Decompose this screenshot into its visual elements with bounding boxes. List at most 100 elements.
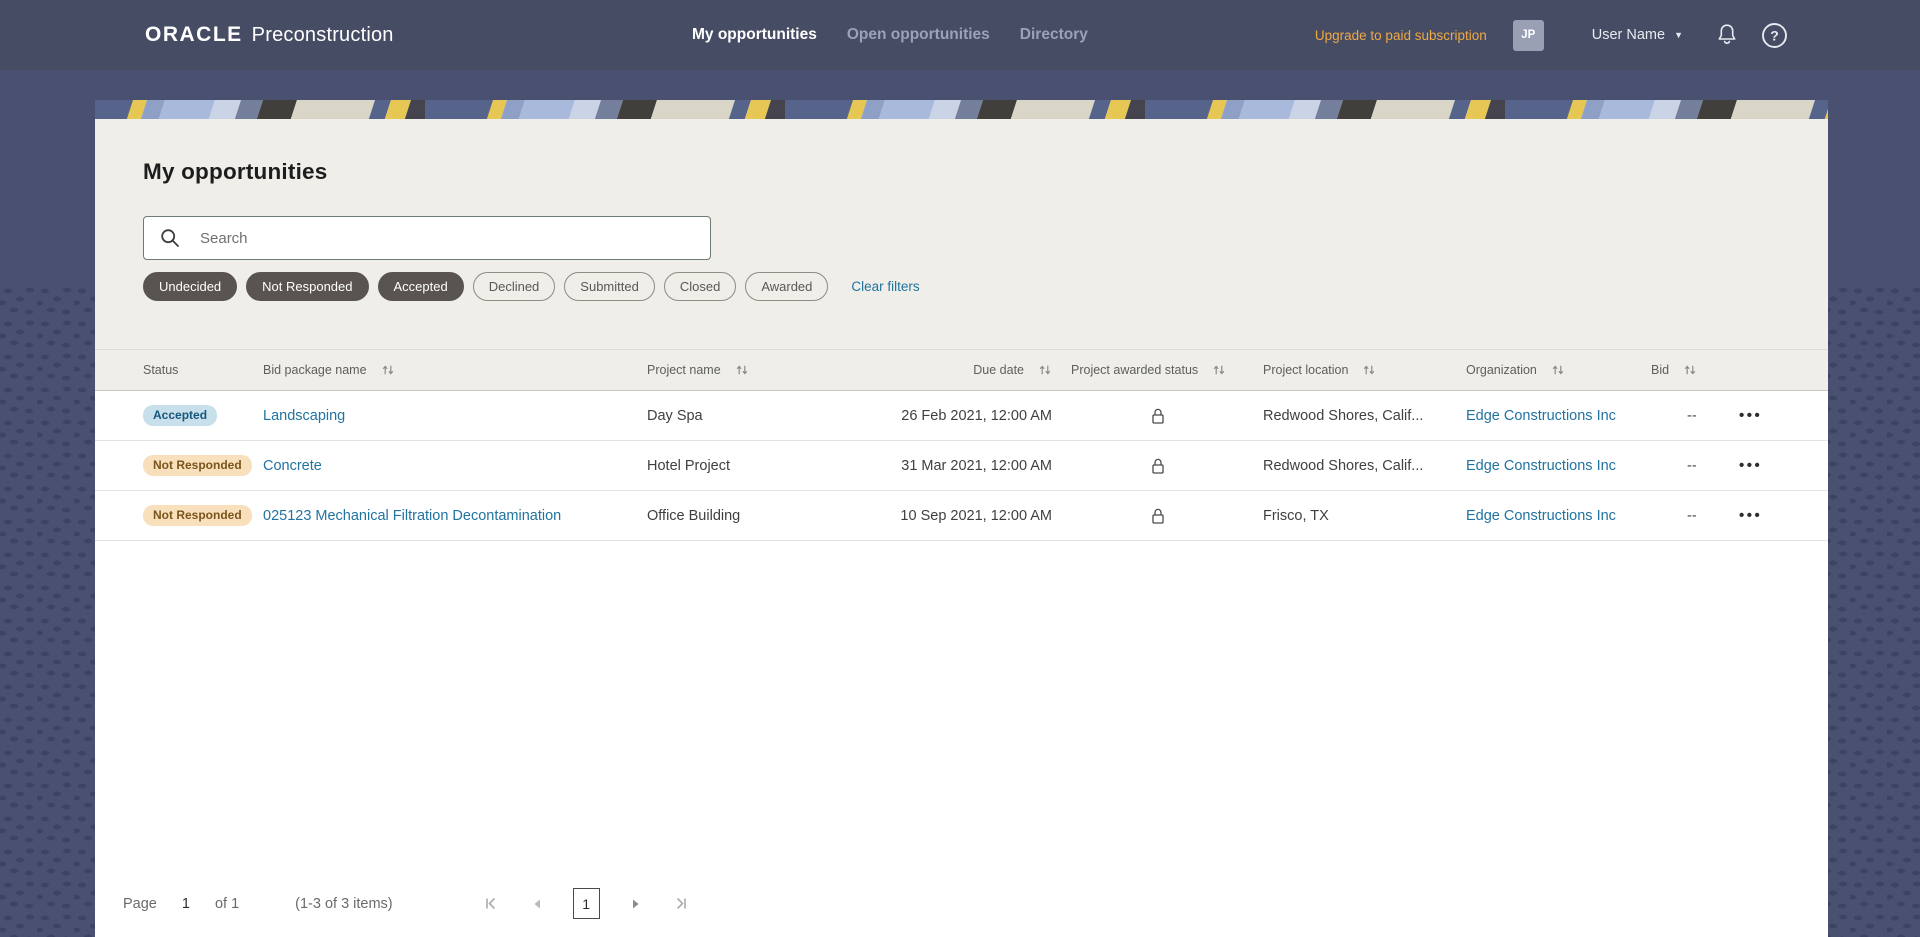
- search-icon: [161, 229, 179, 247]
- project-name-cell: Office Building: [647, 507, 741, 524]
- sort-icon[interactable]: [1551, 363, 1565, 377]
- column-header-bid-package-name[interactable]: Bid package name: [263, 363, 647, 377]
- topbar-right-cluster: Upgrade to paid subscription JP User Nam…: [1315, 0, 1788, 70]
- help-button[interactable]: ?: [1761, 22, 1788, 49]
- page-number-button[interactable]: 1: [572, 888, 600, 919]
- status-cell: Not Responded: [143, 505, 263, 526]
- clear-filters-link[interactable]: Clear filters: [851, 279, 919, 294]
- project-location-cell: Frisco, TX: [1263, 507, 1329, 524]
- current-page-number: 1: [181, 895, 190, 912]
- first-page-button[interactable]: [481, 896, 501, 911]
- next-page-button[interactable]: [626, 897, 646, 911]
- notifications-button[interactable]: [1715, 22, 1739, 48]
- search-input[interactable]: [143, 216, 711, 260]
- organization-link[interactable]: Edge Constructions Inc: [1466, 508, 1616, 524]
- column-header-organization[interactable]: Organization: [1466, 363, 1651, 377]
- bid-package-cell: 025123 Mechanical Filtration Decontamina…: [263, 508, 647, 524]
- chevron-down-icon: ▼: [1674, 30, 1683, 40]
- status-badge: Not Responded: [143, 455, 252, 476]
- user-menu[interactable]: User Name ▼: [1592, 27, 1683, 43]
- actions-cell: •••: [1735, 507, 1828, 524]
- last-page-button[interactable]: [672, 896, 692, 911]
- column-header-bid[interactable]: Bid: [1651, 363, 1735, 377]
- bell-icon: [1718, 24, 1736, 44]
- bid-package-link[interactable]: Landscaping: [263, 408, 345, 424]
- items-summary: (1-3 of 3 items): [295, 895, 393, 912]
- nav-my-opportunities[interactable]: My opportunities: [692, 26, 817, 44]
- table-header-row: Status Bid package name Project name Due…: [95, 349, 1828, 391]
- table-row: Accepted Landscaping Day Spa 26 Feb 2021…: [95, 391, 1828, 441]
- status-filter-chips: Undecided Not Responded Accepted Decline…: [143, 272, 1828, 349]
- upgrade-subscription-link[interactable]: Upgrade to paid subscription: [1315, 28, 1487, 43]
- due-date-cell: 26 Feb 2021, 12:00 AM: [901, 407, 1052, 424]
- page-title: My opportunities: [143, 159, 328, 184]
- organization-cell: Edge Constructions Inc: [1466, 408, 1651, 424]
- awarded-status-cell: [1052, 405, 1263, 427]
- bid-package-cell: Landscaping: [263, 408, 647, 424]
- user-name-label: User Name: [1591, 27, 1666, 43]
- previous-page-button[interactable]: [527, 897, 547, 911]
- organization-link[interactable]: Edge Constructions Inc: [1466, 458, 1616, 474]
- pagination-bar: Page 1 of 1 (1-3 of 3 items) 1: [95, 888, 1828, 919]
- avatar-initials: JP: [1521, 29, 1536, 41]
- filter-chip-submitted[interactable]: Submitted: [564, 272, 655, 301]
- organization-cell: Edge Constructions Inc: [1466, 508, 1651, 524]
- filter-chip-accepted[interactable]: Accepted: [377, 272, 464, 301]
- lock-icon: [1151, 408, 1164, 424]
- column-header-project-location[interactable]: Project location: [1263, 363, 1466, 377]
- awarded-status-cell: [1052, 505, 1263, 527]
- svg-text:?: ?: [1770, 27, 1779, 43]
- organization-link[interactable]: Edge Constructions Inc: [1466, 408, 1616, 424]
- sort-icon[interactable]: [1212, 363, 1226, 377]
- column-header-due-date[interactable]: Due date: [892, 363, 1052, 377]
- page-of-label: of 1: [214, 895, 240, 912]
- row-overflow-menu-button[interactable]: •••: [1739, 457, 1762, 474]
- due-date-cell: 31 Mar 2021, 12:00 AM: [901, 457, 1052, 474]
- sort-icon[interactable]: [1683, 363, 1697, 377]
- primary-nav: My opportunities Open opportunities Dire…: [692, 0, 1088, 70]
- lock-icon: [1151, 508, 1164, 524]
- filter-chip-declined[interactable]: Declined: [472, 272, 556, 301]
- next-page-icon: [632, 899, 639, 908]
- oracle-logo[interactable]: ORACLE Preconstruction: [145, 0, 394, 70]
- column-header-project-name[interactable]: Project name: [647, 363, 892, 377]
- actions-cell: •••: [1735, 457, 1828, 474]
- bid-package-link[interactable]: 025123 Mechanical Filtration Decontamina…: [263, 508, 561, 524]
- sort-icon[interactable]: [1362, 363, 1376, 377]
- column-header-status: Status: [143, 363, 179, 377]
- filter-chip-closed[interactable]: Closed: [663, 272, 737, 301]
- nav-directory[interactable]: Directory: [1020, 26, 1088, 44]
- project-name-cell: Hotel Project: [647, 457, 731, 474]
- brand-oracle: ORACLE: [145, 23, 243, 46]
- avatar[interactable]: JP: [1512, 19, 1544, 51]
- row-overflow-menu-button[interactable]: •••: [1739, 507, 1762, 524]
- top-bar: ORACLE Preconstruction My opportunities …: [0, 0, 1920, 70]
- filter-chip-undecided[interactable]: Undecided: [143, 272, 238, 301]
- previous-page-icon: [534, 899, 540, 908]
- awarded-status-cell: [1052, 455, 1263, 477]
- project-name-cell: Day Spa: [647, 407, 703, 424]
- actions-cell: •••: [1735, 407, 1828, 424]
- status-cell: Accepted: [143, 405, 263, 426]
- filter-chip-awarded[interactable]: Awarded: [745, 272, 829, 301]
- filter-chip-not-responded[interactable]: Not Responded: [246, 272, 369, 301]
- first-page-icon: [486, 897, 496, 910]
- status-badge: Not Responded: [143, 505, 252, 526]
- row-overflow-menu-button[interactable]: •••: [1739, 407, 1762, 424]
- filters-panel: My opportunities Undecided Not Responded…: [95, 119, 1828, 349]
- lock-icon: [1151, 458, 1164, 474]
- bid-cell: --: [1687, 457, 1697, 474]
- sort-icon[interactable]: [381, 363, 395, 377]
- project-location-cell: Redwood Shores, Calif...: [1263, 407, 1424, 424]
- organization-cell: Edge Constructions Inc: [1466, 458, 1651, 474]
- sort-icon[interactable]: [1038, 363, 1052, 377]
- help-icon: ?: [1762, 22, 1787, 48]
- nav-open-opportunities[interactable]: Open opportunities: [847, 26, 990, 44]
- column-header-project-awarded-status[interactable]: Project awarded status: [1052, 363, 1263, 377]
- bid-cell: --: [1687, 507, 1697, 524]
- bid-package-link[interactable]: Concrete: [263, 458, 322, 474]
- sort-icon[interactable]: [735, 363, 749, 377]
- banner-collage: [95, 100, 1828, 119]
- status-cell: Not Responded: [143, 455, 263, 476]
- bid-package-cell: Concrete: [263, 458, 647, 474]
